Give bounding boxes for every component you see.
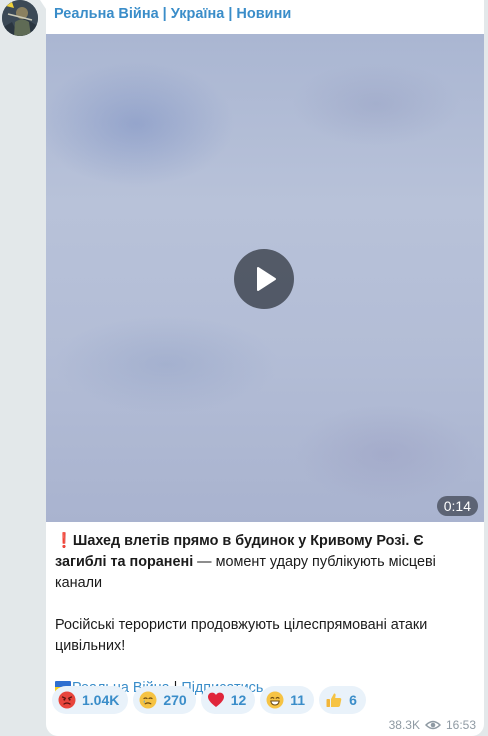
soldier-avatar-icon	[2, 0, 38, 36]
angry-face-icon	[58, 691, 76, 709]
reaction-thumbs-up-count: 6	[349, 692, 357, 708]
views-count: 38.3K	[388, 718, 420, 732]
eye-icon	[424, 720, 441, 730]
reaction-crying[interactable]: 270	[133, 686, 196, 714]
play-button[interactable]	[234, 249, 294, 309]
message-footer: 38.3K 16:53	[389, 718, 476, 732]
reaction-grinning[interactable]: 11	[260, 686, 315, 714]
crying-face-icon	[139, 691, 157, 709]
post-headline-line: ❗Шахед влетів прямо в будинок у Кривому …	[55, 531, 475, 594]
reaction-thumbs-up[interactable]: 6	[319, 686, 366, 714]
reaction-angry-count: 1.04K	[82, 692, 120, 708]
channel-name[interactable]: Реальна Війна | Україна | Новини	[54, 6, 291, 22]
reactions-bar: 1.04K 270 12 11 6	[52, 686, 366, 714]
reaction-crying-count: 270	[163, 692, 187, 708]
post-text: ❗Шахед влетів прямо в будинок у Кривому …	[55, 531, 475, 699]
message-bubble: Реальна Війна | Україна | Новини 0:14 ❗Ш…	[46, 0, 484, 736]
video-duration: 0:14	[436, 496, 478, 516]
video-player[interactable]: 0:14	[46, 34, 484, 522]
red-heart-icon	[207, 692, 224, 707]
thumbs-up-icon	[326, 693, 342, 707]
exclamation-icon: ❗	[55, 533, 73, 549]
reaction-grinning-count: 11	[290, 692, 306, 708]
channel-avatar[interactable]	[2, 0, 38, 36]
reaction-angry[interactable]: 1.04K	[52, 686, 129, 714]
post-paragraph: Російські терористи продовжують цілеспря…	[55, 617, 428, 654]
play-icon	[257, 267, 276, 291]
message-time: 16:53	[445, 718, 476, 732]
grinning-face-icon	[266, 691, 284, 709]
reaction-heart[interactable]: 12	[200, 686, 256, 714]
reaction-heart-count: 12	[230, 692, 247, 708]
